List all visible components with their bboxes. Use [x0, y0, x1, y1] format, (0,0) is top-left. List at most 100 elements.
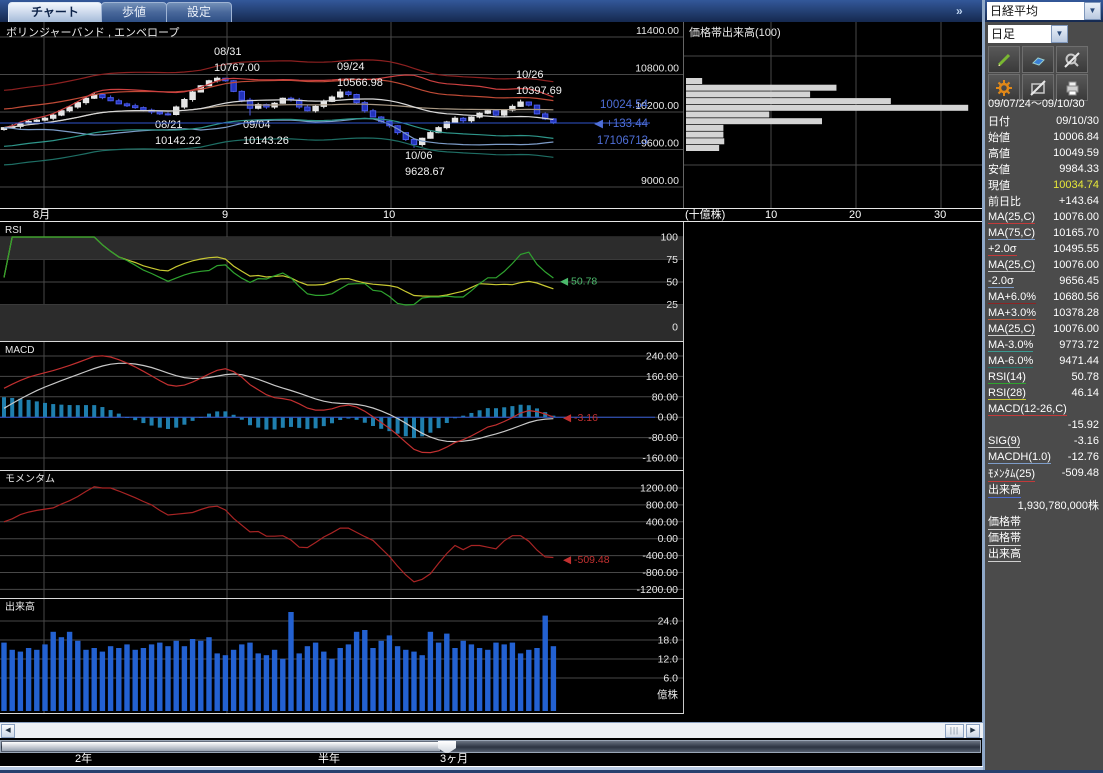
- macd-histogram-bar: [371, 417, 375, 426]
- macd-histogram-bar: [469, 413, 473, 417]
- rsi-marker: ◀ 50.78: [560, 275, 597, 287]
- month-tick: 8月: [33, 209, 50, 221]
- axis-tick: -160.00: [642, 453, 678, 465]
- volume-bar: [477, 648, 482, 711]
- scrollbar-thumb[interactable]: |||: [945, 724, 964, 738]
- quote-row[interactable]: MACD(12-26,C): [985, 401, 1103, 417]
- macd-histogram-bar: [215, 411, 219, 417]
- macd-histogram-bar: [428, 417, 432, 432]
- axis-tick: -800.00: [642, 567, 678, 579]
- macd-histogram-bar: [519, 405, 523, 417]
- candle-down: [239, 91, 244, 100]
- volume-unit-label: 億株: [657, 688, 678, 701]
- quote-row[interactable]: MA(25,C)10076.00: [985, 209, 1103, 225]
- volume-bar: [223, 655, 228, 711]
- draw-pencil-button[interactable]: [988, 46, 1020, 73]
- quote-row[interactable]: MACDH(1.0)-12.76: [985, 449, 1103, 465]
- zoom-disabled-button[interactable]: [1056, 46, 1088, 73]
- quote-row-value: 10034.74: [1053, 179, 1099, 191]
- symbol-select[interactable]: 日経平均 ▼: [987, 2, 1101, 20]
- quote-row[interactable]: RSI(28)46.14: [985, 385, 1103, 401]
- macd-histogram-bar: [273, 417, 277, 429]
- tab-ticks[interactable]: 歩値: [101, 2, 167, 23]
- quote-row[interactable]: SIG(9)-3.16: [985, 433, 1103, 449]
- quote-row-value: -3.16: [1074, 435, 1099, 447]
- quote-row[interactable]: MA+6.0%10680.56: [985, 289, 1103, 305]
- pbv-axis-tick: 20: [849, 209, 861, 221]
- macd-histogram-bar: [256, 417, 260, 427]
- timespan-label[interactable]: 3ヶ月: [440, 753, 468, 766]
- quote-row[interactable]: +2.0σ10495.55: [985, 241, 1103, 257]
- volume-bar: [452, 648, 457, 711]
- quote-row-label: RSI(28): [988, 387, 1026, 400]
- quote-row-label: 始値: [988, 129, 1010, 145]
- quote-row[interactable]: MA+3.0%10378.28: [985, 305, 1103, 321]
- macd-histogram-bar: [158, 417, 162, 427]
- macd-histogram-bar: [10, 398, 14, 417]
- quote-row[interactable]: MA-6.0%9471.44: [985, 353, 1103, 369]
- pbv-bar: [686, 125, 723, 131]
- axis-tick: 18.0: [658, 635, 679, 647]
- candle-up: [182, 100, 187, 108]
- volume-bar: [420, 655, 425, 711]
- quote-row[interactable]: MA(75,C)10165.70: [985, 225, 1103, 241]
- candle-up: [469, 117, 474, 121]
- quote-row[interactable]: ﾓﾒﾝﾀﾑ(25)-509.48: [985, 465, 1103, 481]
- tab-settings[interactable]: 設定: [166, 2, 232, 23]
- volume-bar: [395, 646, 400, 711]
- macd-histogram-bar: [27, 400, 31, 417]
- quote-row[interactable]: 出来高: [985, 481, 1103, 497]
- eraser-button[interactable]: [1022, 46, 1054, 73]
- axis-tick: -400.00: [642, 550, 678, 562]
- quote-row[interactable]: RSI(14)50.78: [985, 369, 1103, 385]
- quote-row[interactable]: MA(25,C)10076.00: [985, 257, 1103, 273]
- timespan-label[interactable]: 2年: [75, 753, 92, 766]
- quote-rows: 日付09/10/30始値10006.84高値10049.59安値9984.33現…: [985, 113, 1103, 561]
- chevron-down-icon[interactable]: ▼: [1084, 2, 1101, 20]
- quote-row[interactable]: 価格帯: [985, 529, 1103, 545]
- axis-tick: 80.00: [652, 391, 678, 403]
- volume-bar: [141, 648, 146, 711]
- macd-histogram-bar: [191, 417, 195, 421]
- scroll-left-button[interactable]: ◀: [1, 724, 15, 738]
- quote-row[interactable]: 出来高: [985, 545, 1103, 561]
- price-annotation-date: 08/21: [155, 119, 183, 131]
- timespan-label[interactable]: 半年: [318, 753, 340, 766]
- main-price-chart[interactable]: ボリンジャーバンド , エンベロープ11400.0010800.0010200.…: [0, 22, 684, 208]
- timespan-slider[interactable]: [0, 740, 981, 753]
- tab-overflow-icon[interactable]: »: [956, 4, 962, 18]
- macd-histogram-bar: [363, 417, 367, 423]
- volume-bar: [42, 644, 47, 711]
- tab-chart[interactable]: チャート: [8, 2, 102, 23]
- candle-up: [502, 110, 507, 115]
- candle-down: [305, 107, 310, 111]
- macd-histogram-bar: [486, 408, 490, 417]
- horizontal-scrollbar[interactable]: ◀ ||| ▶: [0, 722, 983, 738]
- macd-histogram-bar: [141, 417, 145, 423]
- axis-tick: 100: [660, 232, 678, 244]
- macd-canvas: 240.00160.0080.000.00-80.00-160.00MACD◀ …: [0, 342, 683, 470]
- candle-down: [157, 112, 162, 114]
- quote-row[interactable]: 価格帯: [985, 513, 1103, 529]
- axis-tick: 50: [666, 277, 678, 289]
- pbv-axis-tick: 30: [934, 209, 946, 221]
- volume-bar: [379, 641, 384, 711]
- volume-bar: [239, 644, 244, 711]
- candle-up: [42, 118, 47, 120]
- volume-bar: [1, 643, 6, 711]
- macd-signal-line: [4, 363, 553, 441]
- quote-row: 日付09/10/30: [985, 113, 1103, 129]
- chevron-down-icon[interactable]: ▼: [1051, 25, 1068, 43]
- quote-row[interactable]: MA-3.0%9773.72: [985, 337, 1103, 353]
- volume-bar: [469, 644, 474, 711]
- quote-row[interactable]: -2.0σ9656.45: [985, 273, 1103, 289]
- price-annotation-date: 09/24: [337, 61, 365, 73]
- volume-bar: [362, 630, 367, 711]
- candle-up: [67, 107, 72, 111]
- period-select[interactable]: 日足 ▼: [988, 25, 1068, 43]
- quote-row[interactable]: MA(25,C)10076.00: [985, 321, 1103, 337]
- axis-tick: 0.00: [658, 412, 679, 424]
- quote-row-label: MA-6.0%: [988, 355, 1033, 368]
- scroll-right-button[interactable]: ▶: [966, 724, 980, 738]
- candle-down: [297, 100, 302, 107]
